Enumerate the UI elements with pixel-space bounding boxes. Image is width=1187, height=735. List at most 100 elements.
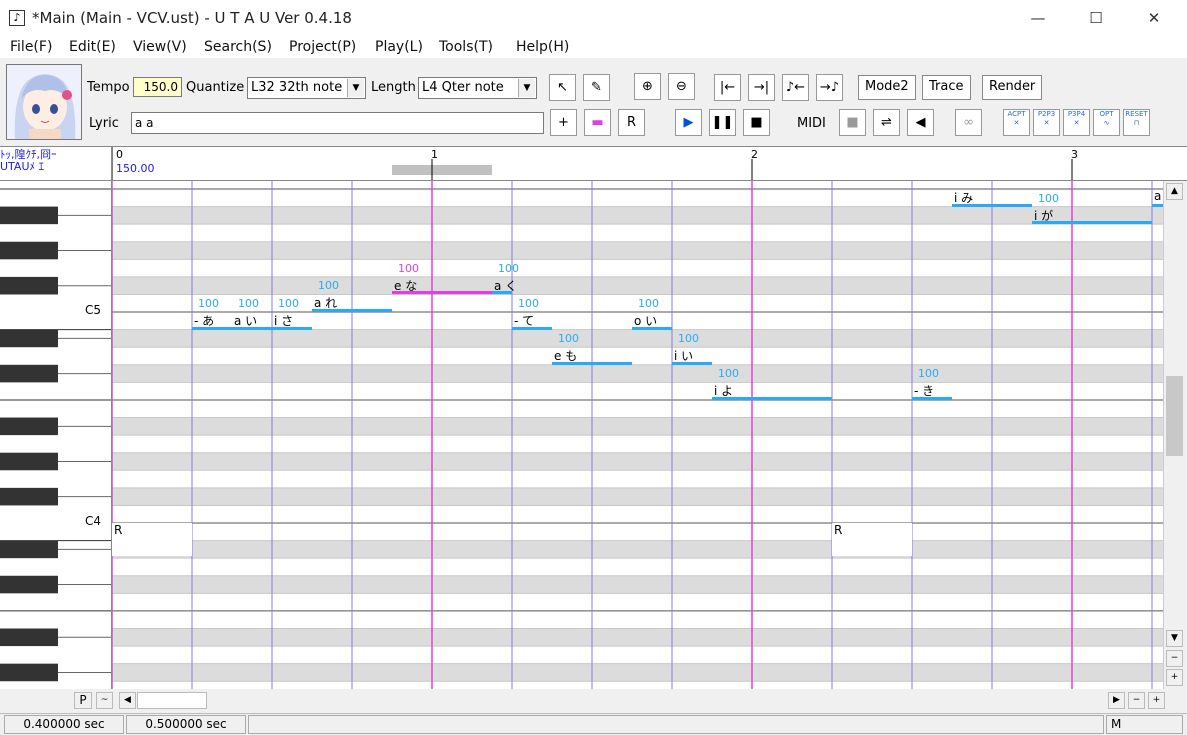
note[interactable]: i い 100	[672, 332, 712, 365]
note[interactable]: o い 100	[632, 297, 672, 330]
tempo-input[interactable]: 150.0	[133, 77, 182, 97]
pitch-row	[112, 610, 1163, 629]
pitch-row	[112, 593, 1163, 611]
hzoom-in-button[interactable]: +	[1148, 692, 1165, 709]
note[interactable]: i み	[952, 189, 1032, 207]
note-lyric: a く	[494, 278, 518, 293]
pitch-toggle-button[interactable]: P	[74, 692, 92, 709]
shrink-notes-icon[interactable]: ♪←	[782, 74, 809, 101]
note-velocity: 100	[198, 297, 219, 311]
black-key[interactable]	[0, 575, 58, 594]
close-button[interactable]: ✕	[1131, 0, 1177, 36]
black-key[interactable]	[0, 329, 58, 348]
note[interactable]: a れ 100	[312, 279, 392, 313]
hzoom-out-button[interactable]: −	[1128, 692, 1145, 709]
note[interactable]: a い 100	[232, 297, 272, 330]
note-velocity: 100	[238, 297, 259, 311]
lyric-label: Lyric	[89, 116, 119, 131]
note[interactable]: - て 100	[512, 297, 552, 330]
p2p3-plugin-icon[interactable]: P2P3 ✕	[1033, 109, 1060, 136]
stop-icon[interactable]: ■	[743, 109, 770, 136]
minimize-button[interactable]: —	[1015, 0, 1061, 36]
render-button[interactable]: Render	[982, 75, 1043, 100]
note[interactable]: a く 100	[492, 262, 519, 295]
quantize-select[interactable]: L32 32th note ▼	[247, 77, 366, 99]
pitch-row	[112, 663, 1163, 682]
pointer-tool-icon[interactable]: ↖	[549, 74, 576, 101]
menu-edit[interactable]: Edit(E)	[69, 39, 116, 55]
black-key[interactable]	[0, 628, 58, 647]
black-key[interactable]	[0, 206, 58, 225]
reset-plugin-icon[interactable]: RESET ⊓	[1123, 109, 1150, 136]
expand-notes-icon[interactable]: →♪	[816, 74, 843, 101]
envelope-toggle-button[interactable]: ~	[96, 692, 113, 709]
vertical-scroll-thumb[interactable]	[1166, 376, 1183, 456]
track-name[interactable]: ﾄｯ,隍ｸﾁ,冏ｰ UTAUﾒ ｴ	[0, 147, 112, 180]
pitch-row	[112, 206, 1163, 225]
acpt-plugin-icon[interactable]: ACPT ✕	[1003, 109, 1030, 136]
black-key[interactable]	[0, 663, 58, 682]
menu-project[interactable]: Project(P)	[289, 39, 356, 55]
pitch-row	[112, 417, 1163, 436]
go-start-icon[interactable]: |←	[714, 74, 741, 101]
p3p4-plugin-icon[interactable]: P3P4 ✕	[1063, 109, 1090, 136]
piano-roll[interactable]	[112, 181, 1163, 689]
midi-input-icon[interactable]: ⇌	[873, 109, 900, 136]
opt-plugin-icon[interactable]: OPT ∿	[1093, 109, 1120, 136]
menu-play[interactable]: Play(L)	[375, 39, 423, 55]
vzoom-out-button[interactable]: −	[1166, 650, 1183, 667]
pitch-row	[112, 224, 1163, 242]
pencil-tool-icon[interactable]: ✎	[583, 74, 610, 101]
black-key[interactable]	[0, 241, 58, 260]
note[interactable]: i さ 100	[272, 297, 312, 330]
scroll-up-icon[interactable]: ▲	[1166, 183, 1183, 200]
length-select[interactable]: L4 Qter note ▼	[418, 77, 537, 99]
black-key[interactable]	[0, 452, 58, 471]
maximize-button[interactable]: ☐	[1073, 0, 1119, 36]
insert-rest-icon[interactable]: R	[618, 109, 645, 136]
zoom-out-icon[interactable]: ⊖	[668, 73, 695, 100]
menu-view[interactable]: View(V)	[133, 39, 187, 55]
note[interactable]: R	[832, 523, 912, 557]
note[interactable]: - あ 100	[192, 297, 232, 330]
vzoom-in-button[interactable]: +	[1166, 669, 1183, 686]
note-lyric: e な	[394, 278, 418, 293]
note-lyric: R	[114, 523, 123, 538]
pause-icon[interactable]: ❚❚	[709, 109, 736, 136]
black-key[interactable]	[0, 487, 58, 506]
speaker-icon[interactable]: ◀	[907, 109, 934, 136]
note[interactable]: - き 100	[912, 367, 952, 400]
menu-search[interactable]: Search(S)	[204, 39, 272, 55]
note-lyric: a	[1154, 189, 1162, 203]
scroll-left-icon[interactable]: ◀	[119, 692, 136, 709]
voicebank-avatar[interactable]	[6, 64, 82, 140]
menu-tools[interactable]: Tools(T)	[439, 39, 493, 55]
black-key[interactable]	[0, 540, 58, 559]
menu-help[interactable]: Help(H)	[516, 39, 569, 55]
black-key[interactable]	[0, 276, 58, 295]
scroll-down-icon[interactable]: ▼	[1166, 630, 1183, 647]
scroll-right-icon[interactable]: ▶	[1108, 692, 1125, 709]
zoom-in-icon[interactable]: ⊕	[634, 73, 661, 100]
loop-icon[interactable]: ∞	[955, 109, 982, 136]
note[interactable]: e な 100	[392, 262, 492, 295]
horizontal-scroll-thumb[interactable]	[137, 692, 207, 709]
note[interactable]: R	[112, 523, 192, 557]
insert-pink-note-icon[interactable]: ▬	[584, 109, 611, 136]
menu-file[interactable]: File(F)	[10, 39, 52, 55]
record-icon[interactable]: ■	[839, 109, 866, 136]
trace-button[interactable]: Trace	[922, 75, 971, 100]
piano-keyboard[interactable]	[0, 181, 112, 689]
black-key[interactable]	[0, 364, 58, 383]
pitch-row	[112, 523, 1163, 541]
chevron-down-icon: ▼	[518, 79, 535, 97]
play-icon[interactable]: ▶	[675, 109, 702, 136]
note[interactable]: i よ 100	[712, 367, 832, 400]
mode2-button[interactable]: Mode2	[858, 75, 916, 100]
lyric-input[interactable]: a a	[131, 112, 544, 134]
note[interactable]: i が 100	[1032, 192, 1152, 225]
black-key[interactable]	[0, 417, 58, 436]
insert-note-icon[interactable]: +	[550, 109, 577, 136]
note[interactable]: e も 100	[552, 332, 632, 365]
go-end-icon[interactable]: →|	[748, 74, 775, 101]
